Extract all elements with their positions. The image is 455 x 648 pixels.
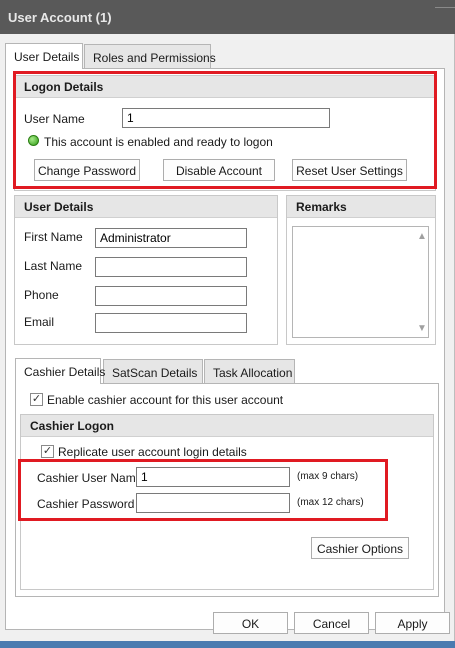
dialog-client-area: User Details Roles and Permissions Logon… [0,34,455,648]
change-password-button[interactable]: Change Password [34,159,140,181]
user-name-input[interactable] [122,108,330,128]
scroll-up-icon[interactable]: ▲ [417,231,427,242]
replicate-login-label: Replicate user account login details [58,445,247,459]
replicate-login-checkbox[interactable]: ✓ [41,445,54,458]
tab-user-details[interactable]: User Details [5,43,83,69]
cashier-user-name-hint: (max 9 chars) [297,471,359,482]
tab-satscan-details[interactable]: SatScan Details [103,359,203,383]
title-bar[interactable]: User Account (1) [0,0,455,34]
remarks-group: Remarks ▲ ▼ [286,195,436,345]
taskbar-strip [0,641,455,648]
tab-label: Task Allocation [213,366,293,380]
cashier-password-input[interactable] [136,493,290,513]
reset-user-settings-button[interactable]: Reset User Settings [292,159,407,181]
user-details-panel: Logon Details User Name This account is … [5,68,445,630]
first-name-label: First Name [24,230,83,244]
cancel-button[interactable]: Cancel [294,612,369,634]
tab-label: SatScan Details [112,366,198,380]
scroll-down-icon[interactable]: ▼ [417,323,427,334]
logon-details-group: Logon Details User Name This account is … [14,75,436,191]
tab-label: User Details [14,50,80,64]
account-status-text: This account is enabled and ready to log… [44,135,273,149]
logon-details-header: Logon Details [15,76,435,98]
background-window-edge [435,0,455,8]
cashier-user-name-label: Cashier User Name [37,471,143,485]
tab-task-allocation[interactable]: Task Allocation [204,359,295,383]
remarks-header: Remarks [287,196,435,218]
email-label: Email [24,315,55,329]
cashier-logon-header: Cashier Logon [21,415,433,437]
tab-cashier-details[interactable]: Cashier Details [15,358,105,384]
enable-cashier-checkbox[interactable]: ✓ [30,393,43,406]
cashier-user-name-input[interactable] [136,467,290,487]
disable-account-button[interactable]: Disable Account [163,159,275,181]
enable-cashier-label: Enable cashier account for this user acc… [47,393,284,407]
cashier-options-button[interactable]: Cashier Options [311,537,409,559]
first-name-input[interactable] [95,228,247,248]
ok-button[interactable]: OK [213,612,288,634]
email-input[interactable] [95,313,247,333]
user-details-header: User Details [15,196,277,218]
tab-label: Cashier Details [24,365,106,379]
cashier-password-label: Cashier Password [37,497,135,511]
account-status-icon [28,135,39,146]
last-name-input[interactable] [95,257,247,277]
window-title: User Account (1) [8,10,112,25]
remarks-textarea[interactable]: ▲ ▼ [292,226,429,338]
cashier-logon-group: Cashier Logon ✓ Replicate user account l… [20,414,434,590]
last-name-label: Last Name [24,259,83,273]
phone-input[interactable] [95,286,247,306]
user-account-dialog: User Account (1) User Details Roles and … [0,0,455,648]
tab-label: Roles and Permissions [93,51,216,65]
cashier-details-panel: ✓ Enable cashier account for this user a… [15,383,439,597]
cashier-password-hint: (max 12 chars) [297,497,364,508]
apply-button[interactable]: Apply [375,612,450,634]
phone-label: Phone [24,288,59,302]
user-name-label: User Name [24,112,85,126]
tab-roles-and-permissions[interactable]: Roles and Permissions [84,44,216,68]
user-details-group: User Details First Name Last Name Phone … [14,195,278,345]
